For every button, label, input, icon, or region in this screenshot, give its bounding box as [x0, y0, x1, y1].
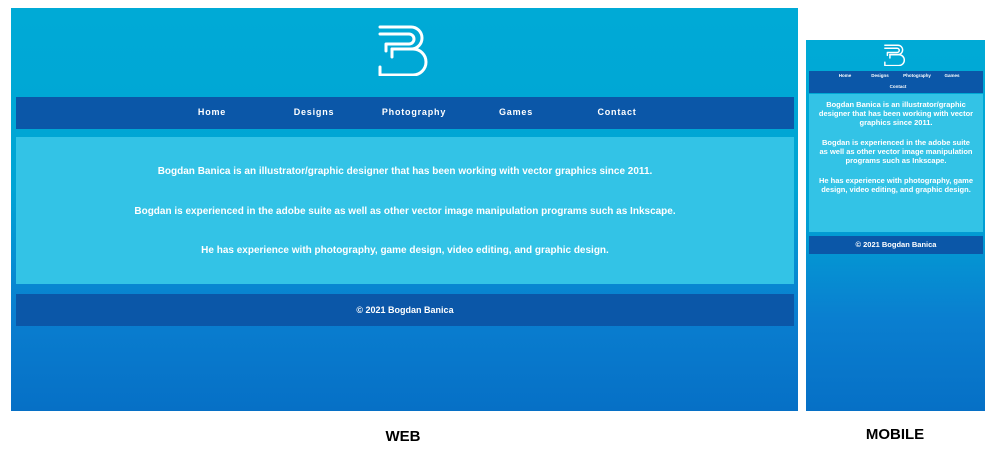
about-section: Bogdan Banica is an illustrator/graphic … — [16, 137, 794, 284]
nav-games[interactable]: Games — [944, 73, 959, 78]
nav-designs[interactable]: Designs — [294, 107, 335, 117]
nav-games[interactable]: Games — [499, 107, 533, 117]
about-paragraph: Bogdan is experienced in the adobe suite… — [819, 138, 973, 165]
nav-contact[interactable]: Contact — [890, 84, 907, 89]
footer: © 2021 Bogdan Banica — [16, 294, 794, 326]
copyright-text: © 2021 Bogdan Banica — [356, 305, 454, 315]
copyright-text: © 2021 Bogdan Banica — [855, 240, 937, 249]
nav-home[interactable]: Home — [839, 73, 852, 78]
footer: © 2021 Bogdan Banica — [809, 236, 983, 254]
nav-designs[interactable]: Designs — [871, 73, 889, 78]
nav-contact[interactable]: Contact — [597, 107, 636, 117]
about-paragraph: He has experience with photography, game… — [818, 176, 974, 194]
mobile-caption: MOBILE — [865, 426, 925, 443]
about-paragraph: Bogdan is experienced in the adobe suite… — [134, 206, 676, 217]
web-mockup: Home Designs Photography Games Contact B… — [11, 8, 798, 411]
nav-bar: Home Designs Photography Games Contact — [16, 97, 794, 129]
logo-icon[interactable] — [378, 24, 430, 76]
about-paragraph: He has experience with photography, game… — [201, 245, 609, 256]
web-caption: WEB — [385, 428, 421, 445]
nav-photography[interactable]: Photography — [903, 73, 931, 78]
about-section: Bogdan Banica is an illustrator/graphic … — [809, 94, 983, 232]
nav-photography[interactable]: Photography — [382, 107, 446, 117]
mobile-mockup: Home Designs Photography Games Contact B… — [806, 40, 985, 411]
about-paragraph: Bogdan Banica is an illustrator/graphic … — [818, 100, 974, 127]
logo-icon[interactable] — [884, 44, 906, 66]
about-paragraph: Bogdan Banica is an illustrator/graphic … — [157, 166, 653, 177]
nav-bar: Home Designs Photography Games Contact — [809, 71, 983, 93]
nav-home[interactable]: Home — [198, 107, 226, 117]
